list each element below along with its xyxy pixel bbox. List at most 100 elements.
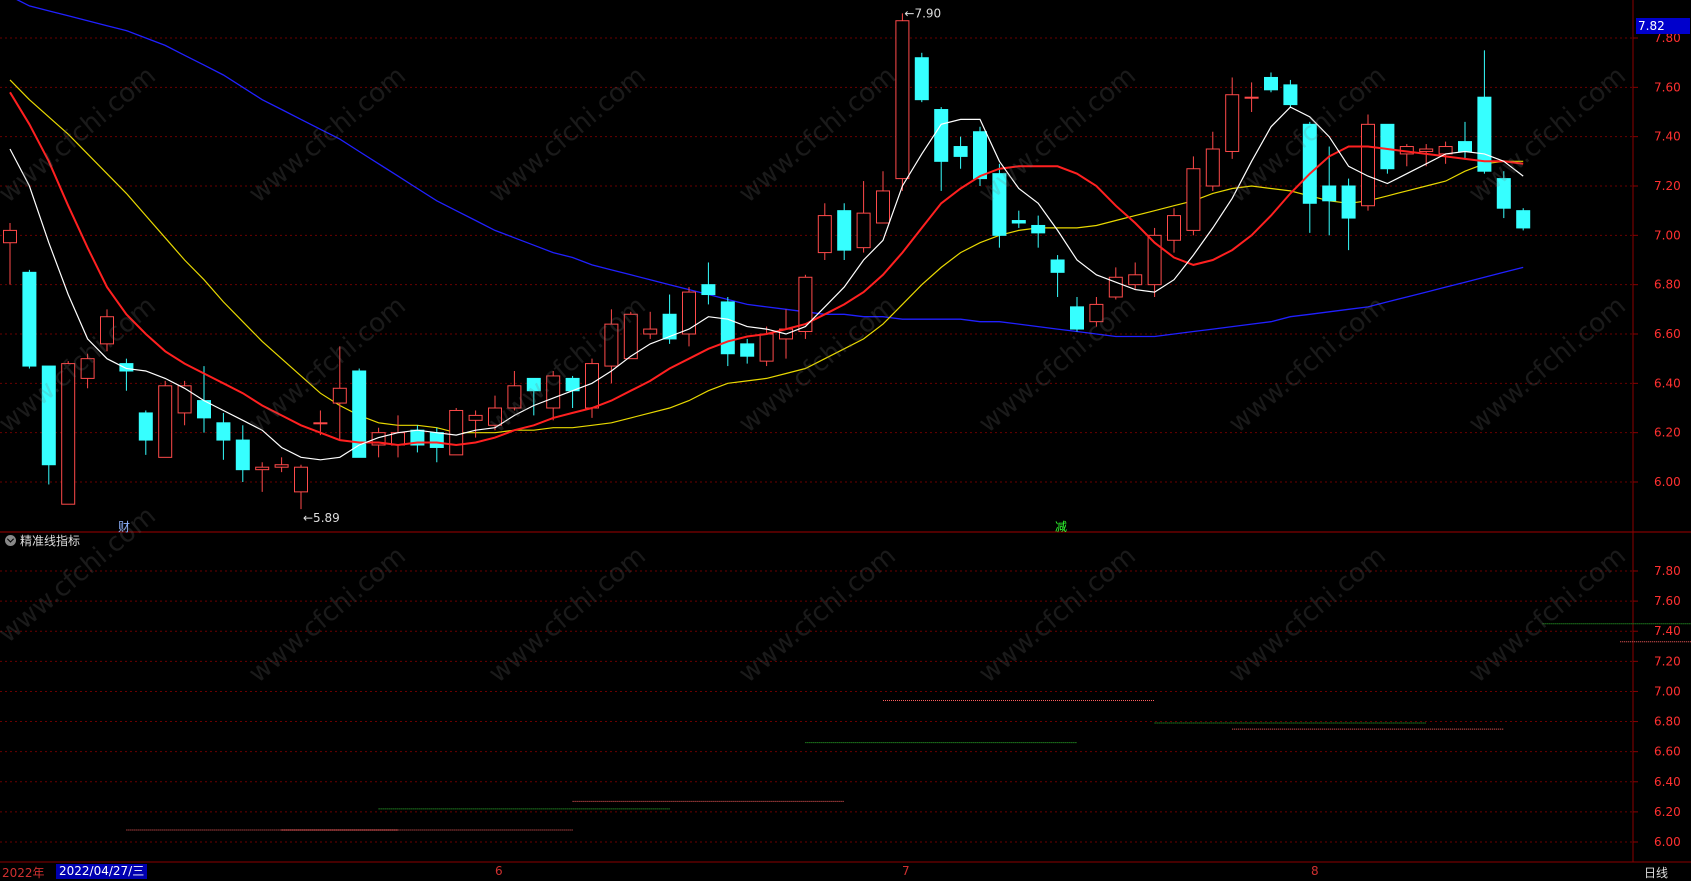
sub-y-tick-label: 6.60 — [1654, 745, 1681, 759]
candle — [274, 457, 289, 473]
candle — [235, 425, 250, 482]
candle-body — [876, 190, 890, 224]
candle — [119, 358, 134, 391]
sub-y-tick-label: 6.80 — [1654, 715, 1681, 729]
main-y-tick-label: 6.20 — [1654, 426, 1681, 440]
candle — [1225, 77, 1240, 159]
month-label-6: 6 — [495, 864, 503, 878]
candle — [1031, 215, 1046, 248]
candle-body — [158, 385, 173, 458]
candle — [817, 203, 832, 260]
candle-body — [80, 358, 95, 379]
candle — [798, 274, 813, 339]
candle — [682, 287, 696, 347]
candle-body — [934, 109, 949, 162]
candle-body — [1031, 224, 1046, 234]
candle-body — [138, 412, 153, 441]
candle — [410, 425, 425, 453]
candle-body — [643, 328, 658, 335]
candle-body — [1322, 185, 1337, 202]
candle-body — [740, 343, 755, 357]
candle-body — [1205, 148, 1220, 187]
time-axis-bar — [0, 863, 1691, 879]
candle-body — [973, 131, 987, 180]
candle — [1011, 210, 1026, 228]
candle — [1186, 156, 1201, 236]
sub-y-tick-label: 7.40 — [1654, 624, 1681, 638]
ma10-line — [9, 91, 1524, 447]
candle — [507, 371, 522, 411]
period-label[interactable]: 日线 — [1644, 864, 1668, 881]
candle-body — [22, 271, 37, 367]
sub-y-tick-label: 6.40 — [1654, 775, 1681, 789]
candle-body — [1380, 123, 1395, 170]
candle — [701, 262, 716, 305]
candle — [643, 311, 658, 339]
month-label-8: 8 — [1311, 864, 1319, 878]
candle-body — [468, 414, 483, 421]
month-label-7: 7 — [902, 864, 910, 878]
candle-body — [1264, 76, 1278, 91]
candle — [1496, 171, 1511, 219]
candle-body — [216, 422, 231, 441]
candle — [546, 371, 561, 421]
candle — [80, 353, 95, 389]
candle-body — [255, 466, 270, 471]
sub-y-tick-label: 7.20 — [1654, 654, 1681, 668]
candle-body — [1341, 185, 1356, 219]
main-y-tick-label: 7.20 — [1654, 179, 1681, 193]
candle — [138, 410, 153, 455]
candle — [391, 415, 405, 458]
main-y-tick-label: 6.80 — [1654, 278, 1681, 292]
indicator-title-label: 精准线指标 — [20, 534, 81, 548]
candle-body — [759, 333, 774, 362]
candle-body — [1011, 220, 1026, 224]
candle — [720, 297, 735, 367]
marker-jian[interactable]: 减 — [1055, 518, 1067, 535]
candle-body — [1167, 215, 1181, 241]
candle — [876, 171, 890, 224]
sub-y-tick-label: 6.00 — [1654, 835, 1681, 849]
candle-body — [546, 375, 561, 409]
candle-body — [313, 422, 328, 425]
candle — [1050, 255, 1065, 297]
candle — [1167, 208, 1181, 253]
candle-body — [235, 439, 250, 471]
candle-body — [177, 385, 192, 414]
candle-body — [449, 409, 464, 456]
kline-chart[interactable]: 6.00 6.20 6.40 6.60 6.80 7.00 7.20 7.40 7.60 7.80… — [0, 0, 1691, 879]
main-y-tick-label: 6.40 — [1654, 376, 1681, 390]
candle — [468, 410, 483, 438]
main-y-tick-label: 7.40 — [1654, 130, 1681, 144]
candle — [1205, 131, 1220, 191]
candle — [1341, 178, 1356, 251]
candle — [1516, 208, 1531, 231]
candle-body — [1050, 259, 1065, 273]
collapse-icon[interactable] — [5, 535, 16, 546]
candle-body — [623, 313, 638, 360]
candle-body — [682, 291, 696, 335]
marker-cai[interactable]: 财 — [118, 518, 130, 535]
sub-y-tick-label: 6.20 — [1654, 805, 1681, 819]
candle-body — [1244, 96, 1259, 99]
candle — [3, 223, 17, 285]
candle — [1458, 121, 1472, 159]
candle-body — [332, 387, 347, 404]
sub-y-tick-label: 7.60 — [1654, 594, 1681, 608]
candle — [1128, 262, 1143, 290]
candle-body — [391, 432, 405, 446]
candle-body — [61, 363, 76, 505]
candle-body — [604, 323, 619, 367]
candle-body — [720, 301, 735, 355]
indicator-title[interactable]: 精准线指标 — [5, 532, 80, 549]
main-y-tick-label: 6.60 — [1654, 327, 1681, 341]
candle — [1361, 114, 1375, 211]
candle-body — [1128, 274, 1143, 286]
candle — [953, 136, 968, 169]
candle — [1264, 72, 1278, 93]
candle-body — [992, 173, 1007, 236]
low-price-label: ←5.89 — [303, 511, 340, 525]
candle — [255, 462, 270, 492]
candle — [604, 309, 619, 384]
candle — [914, 52, 929, 103]
